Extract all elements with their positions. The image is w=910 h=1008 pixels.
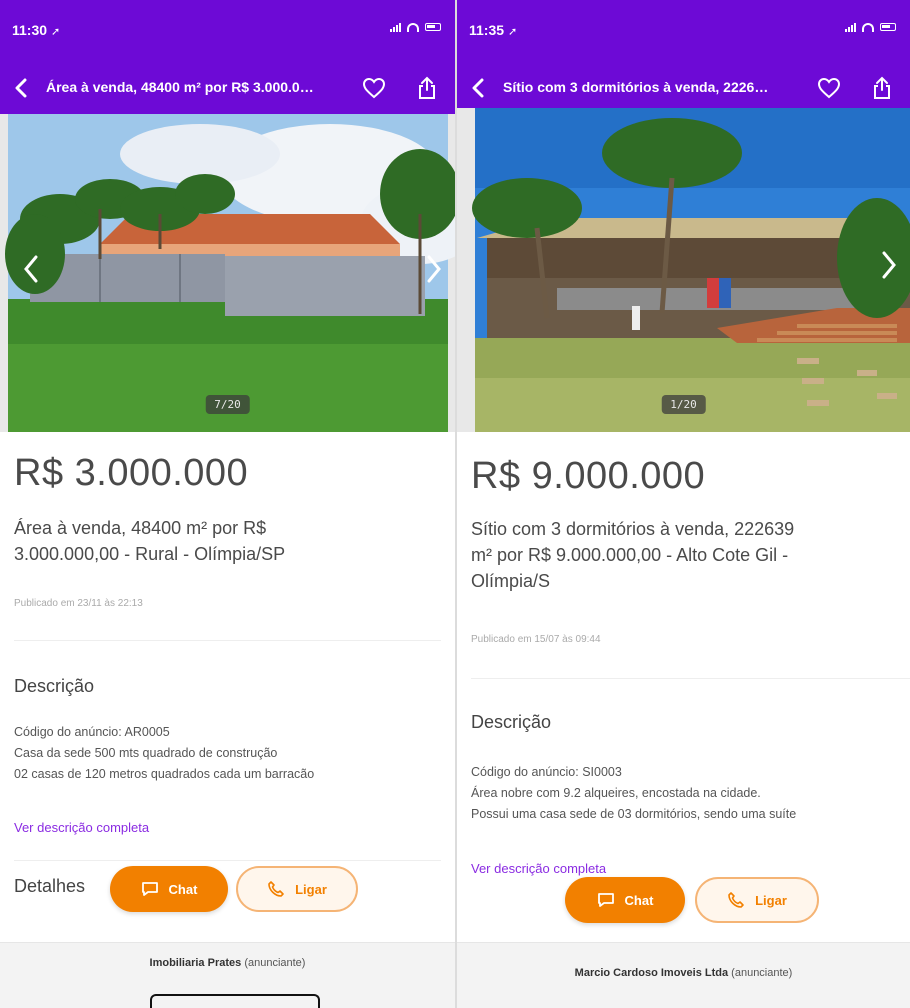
advertiser-name[interactable]: Marcio Cardoso Imoveis Ltda xyxy=(575,967,728,979)
back-button[interactable] xyxy=(465,75,491,101)
call-label: Ligar xyxy=(755,892,787,908)
location-arrow-icon: ➚ xyxy=(50,26,61,38)
description-heading: Descrição xyxy=(14,676,95,696)
listing-title-line: Área à venda, 48400 m² por R$ xyxy=(14,518,267,538)
listing-title-line: Sítio com 3 dormitórios à venda, 222639 xyxy=(471,519,795,539)
photo-counter: 7/20 xyxy=(205,395,250,414)
back-button[interactable] xyxy=(8,75,34,101)
page-title: Sítio com 3 dormitórios à venda, 222639 … xyxy=(503,79,773,95)
advertiser-name[interactable]: Imobiliaria Prates xyxy=(150,957,242,969)
chat-button[interactable]: Chat xyxy=(110,866,228,912)
heart-icon xyxy=(817,77,841,99)
description-line: Possui uma casa sede de 03 dormitórios, … xyxy=(471,807,797,821)
time-text: 11:30 xyxy=(12,22,48,38)
location-arrow-icon: ➚ xyxy=(507,26,518,38)
description-line: Área nobre com 9.2 alqueires, encostada … xyxy=(471,786,761,800)
description-line: 02 casas de 120 metros quadrados cada um… xyxy=(14,767,315,781)
listing-title: Área à venda, 48400 m² por R$ 3.000.000,… xyxy=(14,515,285,567)
call-label: Ligar xyxy=(295,881,327,897)
listing-screen-right: 11:35 ➚ Sítio com 3 dormitórios à venda,… xyxy=(457,0,910,1008)
heart-icon xyxy=(362,77,386,99)
time-text: 11:35 xyxy=(469,22,505,38)
chat-label: Chat xyxy=(168,881,198,897)
listing-title: Sítio com 3 dormitórios à venda, 222639 … xyxy=(471,516,794,594)
home-indicator xyxy=(150,994,320,1008)
chevron-right-icon xyxy=(882,251,896,279)
share-icon xyxy=(419,76,435,99)
description-heading: Descrição xyxy=(471,712,552,732)
app-bar: Sítio com 3 dormitórios à venda, 222639 … xyxy=(457,62,910,114)
description-line: Casa da sede 500 mts quadrado de constru… xyxy=(14,746,278,760)
divider xyxy=(471,678,910,679)
favorite-button[interactable] xyxy=(361,76,387,100)
photo-gallery[interactable]: 7/20 xyxy=(0,114,455,432)
published-date: Publicado em 15/07 às 09:44 xyxy=(471,634,601,645)
status-icons xyxy=(845,22,896,32)
description-line: Código do anúncio: AR0005 xyxy=(14,725,170,739)
listing-title-line: m² por R$ 9.000.000,00 - Alto Cote Gil - xyxy=(471,545,789,565)
app-bar: Área à venda, 48400 m² por R$ 3.000.000,… xyxy=(0,62,455,114)
listing-price: R$ 3.000.000 xyxy=(14,452,249,494)
battery-icon xyxy=(880,23,896,31)
next-photo-button[interactable] xyxy=(876,248,902,282)
back-arrow-icon xyxy=(472,78,484,98)
see-full-description-link[interactable]: Ver descrição completa xyxy=(471,861,606,876)
listing-screen-left: 11:30 ➚ Área à venda, 48400 m² por R$ 3.… xyxy=(0,0,455,1008)
chat-icon xyxy=(597,893,614,907)
wifi-icon xyxy=(862,22,874,32)
status-bar: 11:30 ➚ xyxy=(0,0,455,62)
divider xyxy=(14,860,441,861)
property-photo xyxy=(0,114,455,432)
advertiser-footer: Marcio Cardoso Imoveis Ltda (anunciante) xyxy=(457,942,910,1008)
phone-icon xyxy=(728,892,744,908)
description-line: Código do anúncio: SI0003 xyxy=(471,765,622,779)
back-arrow-icon xyxy=(15,78,27,98)
share-button[interactable] xyxy=(870,75,894,101)
chevron-left-icon xyxy=(24,255,38,283)
listing-title-line: Olímpia/S xyxy=(471,571,551,591)
chat-button[interactable]: Chat xyxy=(565,877,685,923)
phone-icon xyxy=(268,881,284,897)
status-icons xyxy=(390,22,441,32)
divider xyxy=(14,640,441,641)
share-icon xyxy=(874,76,890,99)
chat-icon xyxy=(141,882,158,896)
call-button[interactable]: Ligar xyxy=(236,866,358,912)
battery-icon xyxy=(425,23,441,31)
property-photo xyxy=(457,108,910,432)
page-title: Área à venda, 48400 m² por R$ 3.000.000,… xyxy=(46,79,316,95)
status-time: 11:35 ➚ xyxy=(469,22,517,38)
photo-counter: 1/20 xyxy=(661,395,706,414)
favorite-button[interactable] xyxy=(816,76,842,100)
listing-title-line: 3.000.000,00 - Rural - Olímpia/SP xyxy=(14,544,286,564)
next-photo-button[interactable] xyxy=(421,252,447,286)
share-button[interactable] xyxy=(415,75,439,101)
status-time: 11:30 ➚ xyxy=(12,22,60,38)
listing-price: R$ 9.000.000 xyxy=(471,455,706,497)
advertiser-info: Marcio Cardoso Imoveis Ltda (anunciante) xyxy=(457,967,910,979)
advertiser-role: (anunciante) xyxy=(731,967,793,979)
wifi-icon xyxy=(407,22,419,32)
photo-gallery[interactable]: 1/20 xyxy=(457,108,910,432)
call-button[interactable]: Ligar xyxy=(695,877,819,923)
published-date: Publicado em 23/11 às 22:13 xyxy=(14,598,143,609)
signal-icon xyxy=(390,22,401,32)
chevron-right-icon xyxy=(427,255,441,283)
screenshots-container: 11:30 ➚ Área à venda, 48400 m² por R$ 3.… xyxy=(0,0,910,1008)
previous-photo-button[interactable] xyxy=(18,252,44,286)
signal-icon xyxy=(845,22,856,32)
chat-label: Chat xyxy=(624,892,654,908)
advertiser-footer: Imobiliaria Prates (anunciante) xyxy=(0,942,455,1008)
details-heading: Detalhes xyxy=(14,876,86,896)
status-bar: 11:35 ➚ xyxy=(457,0,910,62)
advertiser-info: Imobiliaria Prates (anunciante) xyxy=(0,957,455,969)
see-full-description-link[interactable]: Ver descrição completa xyxy=(14,820,149,835)
advertiser-role: (anunciante) xyxy=(244,957,306,969)
